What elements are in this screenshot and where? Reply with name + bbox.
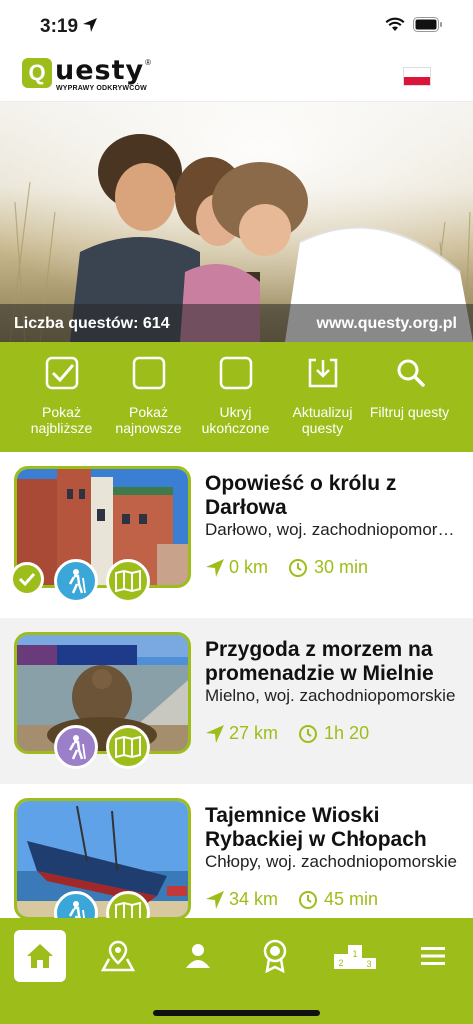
update-quests-label: Aktualizuj questy [292, 404, 353, 436]
quest-duration-value: 1h 20 [324, 723, 370, 743]
map-guide-icon [106, 725, 150, 769]
questy-logo[interactable]: Q uesty ® WYPRAWY ODKRYWCÓW [22, 55, 152, 94]
battery-icon [413, 17, 442, 32]
svg-text:3: 3 [366, 959, 371, 969]
show-newest-button[interactable]: Pokaż najnowsze [105, 342, 192, 452]
tab-map[interactable] [92, 930, 144, 982]
quest-meta: 0 km 30 min [205, 557, 368, 578]
podium-icon: 213 [334, 945, 376, 969]
quest-list-item[interactable]: Przygoda z morzem na promenadzie w Mieln… [0, 618, 473, 784]
hide-completed-label: Ukryj ukończone [201, 404, 270, 436]
quest-duration: 45 min [298, 889, 378, 910]
logo-tagline: WYPRAWY ODKRYWCÓW [56, 85, 147, 92]
quest-location: Mielno, woj. zachodniopomorskie [205, 686, 456, 705]
navigation-arrow-icon [206, 724, 224, 743]
quest-actions-bar: Pokaż najbliższe Pokaż najnowsze Ukryj u… [0, 342, 473, 452]
svg-text:2: 2 [338, 958, 343, 968]
search-icon [393, 356, 427, 390]
quest-distance: 34 km [205, 889, 278, 910]
hero-banner: Liczba questów: 614 www.questy.org.pl [0, 102, 473, 342]
map-guide-icon [106, 559, 150, 603]
quest-title: Opowieść o królu z Darłowa [205, 472, 397, 519]
quest-duration: 30 min [288, 557, 368, 578]
svg-text:1: 1 [352, 949, 357, 959]
navigation-arrow-icon [206, 558, 224, 577]
clock-icon [299, 890, 318, 909]
status-bar: 3:19 [0, 0, 473, 50]
quest-title: Przygoda z morzem na promenadzie w Mieln… [205, 638, 434, 685]
location-arrow-icon [83, 18, 97, 32]
quest-location: Chłopy, woj. zachodniopomorskie [205, 852, 457, 871]
clock-icon [289, 558, 308, 577]
quest-thumbnail [14, 632, 191, 754]
quest-meta: 27 km 1h 20 [205, 723, 369, 744]
map-pin-icon [101, 940, 135, 972]
hiking-icon [54, 725, 98, 769]
show-newest-label: Pokaż najnowsze [115, 404, 182, 436]
hiking-icon [54, 559, 98, 603]
quest-distance-value: 0 km [229, 557, 269, 577]
quest-count-label: Liczba questów: 614 [14, 315, 170, 332]
language-flag-icon[interactable] [403, 67, 431, 86]
logo-text: uesty [55, 55, 145, 86]
navigation-arrow-icon [206, 890, 224, 909]
checkbox-icon [132, 356, 166, 390]
filter-quests-label: Filtruj questy [369, 404, 450, 420]
tab-badges[interactable] [249, 930, 301, 982]
award-icon [263, 939, 287, 973]
status-time: 3:19 [40, 16, 79, 37]
filter-quests-button[interactable]: Filtruj questy [366, 342, 453, 452]
quest-list-item[interactable]: Opowieść o królu z Darłowa Darłowo, woj.… [0, 452, 473, 618]
quest-distance-value: 34 km [229, 889, 279, 909]
quest-location: Darłowo, woj. zachodniopomorskie [205, 520, 460, 539]
hamburger-menu-icon [421, 947, 445, 965]
tab-menu[interactable] [407, 930, 459, 982]
hide-completed-button[interactable]: Ukryj ukończone [192, 342, 279, 452]
home-indicator [153, 1010, 320, 1016]
quest-thumbnail [14, 798, 191, 920]
clock-icon [299, 724, 318, 743]
quest-duration: 1h 20 [298, 723, 369, 744]
quest-meta: 34 km 45 min [205, 889, 378, 910]
status-indicators [385, 17, 443, 32]
checkbox-icon [219, 356, 253, 390]
checkbox-checked-icon [45, 356, 79, 390]
show-nearest-label: Pokaż najbliższe [30, 404, 93, 436]
quest-distance: 0 km [205, 557, 268, 578]
website-link[interactable]: www.questy.org.pl [317, 315, 457, 333]
quest-duration-value: 45 min [324, 889, 379, 909]
wifi-icon [385, 17, 405, 31]
user-icon [186, 944, 210, 968]
tab-ranking[interactable]: 213 [329, 930, 381, 982]
app-header: Q uesty ® WYPRAWY ODKRYWCÓW [0, 50, 473, 102]
tab-home[interactable] [14, 930, 66, 982]
quest-distance-value: 27 km [229, 723, 279, 743]
quest-duration-value: 30 min [314, 557, 369, 577]
tab-profile[interactable] [172, 930, 224, 982]
home-icon [27, 944, 53, 968]
bottom-tab-bar: 213 [0, 918, 473, 1024]
logo-registered-mark: ® [145, 58, 152, 67]
show-nearest-button[interactable]: Pokaż najbliższe [18, 342, 105, 452]
quest-distance: 27 km [205, 723, 278, 744]
logo-q-mark: Q [22, 58, 52, 88]
update-quests-button[interactable]: Aktualizuj questy [279, 342, 366, 452]
completed-check-icon [10, 562, 44, 596]
quest-title: Tajemnice Wioski Rybackiej w Chłopach [205, 804, 427, 851]
download-icon [306, 356, 340, 390]
